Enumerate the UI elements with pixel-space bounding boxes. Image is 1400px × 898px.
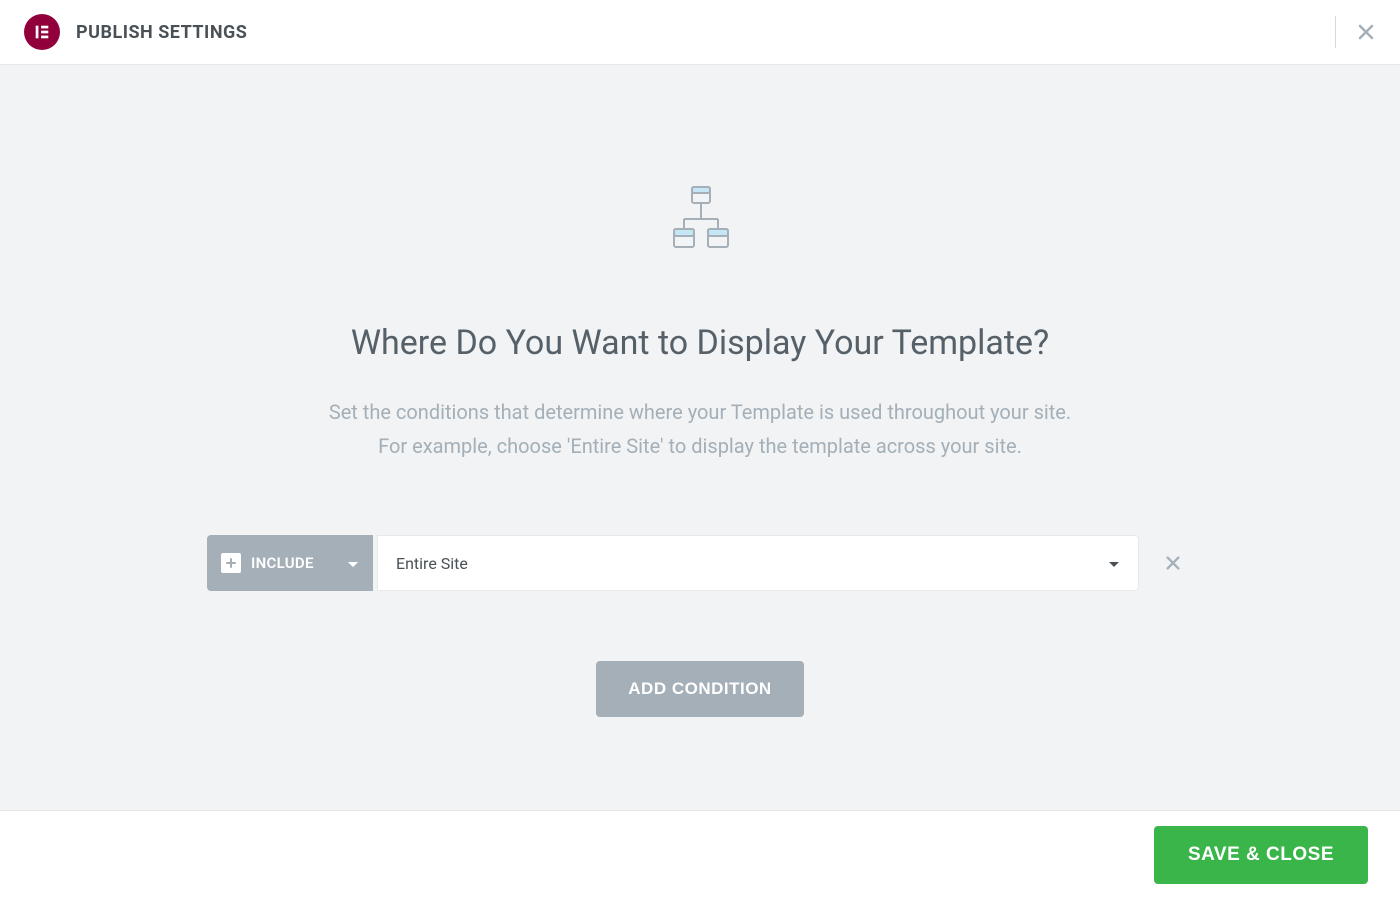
close-modal-button[interactable] (1356, 22, 1376, 42)
modal-footer: SAVE & CLOSE (0, 810, 1400, 898)
condition-scope-dropdown[interactable]: Entire Site (377, 535, 1139, 591)
condition-type-label: INCLUDE (251, 554, 314, 572)
modal-header: PUBLISH SETTINGS (0, 0, 1400, 65)
sitemap-icon (664, 185, 736, 253)
description-line-1: Set the conditions that determine where … (329, 400, 1071, 424)
close-icon (1164, 554, 1182, 572)
page-title: PUBLISH SETTINGS (76, 22, 247, 43)
description-text: Set the conditions that determine where … (329, 395, 1071, 463)
condition-row: INCLUDE Entire Site (207, 535, 1193, 591)
close-icon (1356, 22, 1376, 42)
condition-type-dropdown[interactable]: INCLUDE (207, 535, 373, 591)
main-heading: Where Do You Want to Display Your Templa… (351, 323, 1049, 363)
header-separator (1335, 16, 1336, 48)
caret-down-icon (347, 554, 359, 573)
add-condition-button[interactable]: ADD CONDITION (596, 661, 803, 717)
description-line-2: For example, choose 'Entire Site' to dis… (378, 434, 1022, 458)
main-content: Where Do You Want to Display Your Templa… (0, 65, 1400, 810)
caret-down-icon (1108, 554, 1120, 573)
elementor-logo (24, 14, 60, 50)
save-close-button[interactable]: SAVE & CLOSE (1154, 826, 1368, 884)
plus-square-icon (221, 553, 241, 573)
remove-condition-button[interactable] (1153, 535, 1193, 591)
condition-scope-value: Entire Site (396, 554, 468, 573)
